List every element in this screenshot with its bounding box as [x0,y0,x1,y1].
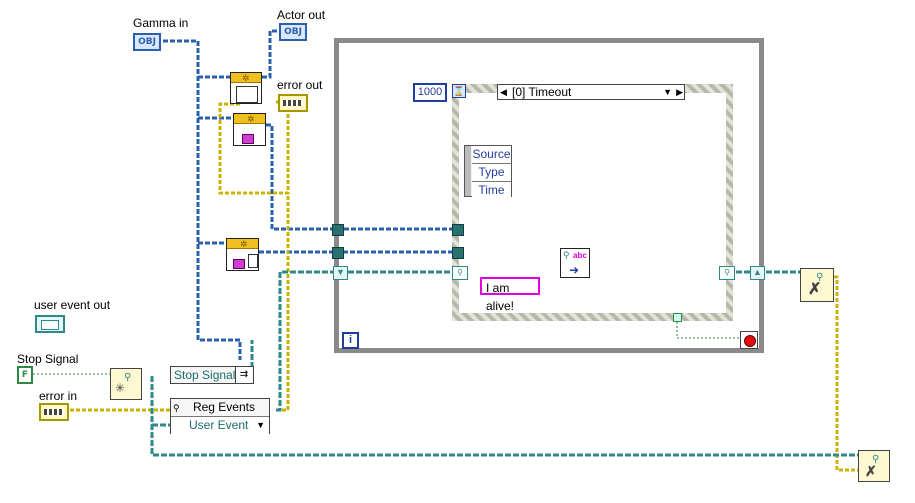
destroy-user-event-node[interactable]: ⚲ ✗ [858,450,890,482]
unregister-events-node[interactable]: ⚲ ✗ [800,268,834,302]
event-bell-icon: ⚲ [124,372,132,383]
wire-error-right [834,275,860,472]
loop-tunnel-lower[interactable] [332,247,344,259]
event-case-label: [0] Timeout [512,85,572,99]
wire-event-to-loop [276,270,334,412]
alive-string-constant[interactable]: I am alive! [480,277,540,313]
user-event-out-terminal[interactable] [35,315,65,333]
user-event-icon [41,320,59,330]
message-icon [242,134,254,144]
wire-gamma-in [163,39,242,360]
document-icon [248,254,258,268]
close-icon: ✗ [865,463,877,479]
event-data-time[interactable]: Time [472,182,511,199]
gear-icon: ✲ [247,114,255,124]
shift-register-left[interactable]: ▼ [333,266,348,280]
string-type-icon: abc [573,251,587,260]
user-event-out-label: user event out [34,298,111,312]
launch-nested-subvi[interactable]: ✲ [233,113,266,146]
stop-terminal[interactable] [740,331,758,349]
reg-events-item[interactable]: User Event ▼ [171,417,269,434]
reg-events-item-label: User Event [189,418,249,432]
actor-tree-icon [236,86,258,103]
reg-events-title: Reg Events [192,400,255,414]
wire-error-reg [282,193,290,412]
event-data-type[interactable]: Type [472,164,511,182]
gamma-in-terminal[interactable]: OBJ [133,33,161,51]
node-handle [465,146,471,196]
enqueue-message-subvi[interactable]: ✲ [226,238,259,271]
stop-signal-node-label: Stop Signal [174,368,236,382]
event-tunnel-lower[interactable] [452,247,464,259]
event-case-selector[interactable]: ◀ [0] Timeout ▼ ▶ [497,84,685,100]
register-events-node[interactable]: ⚲ Reg Events User Event ▼ [170,398,270,434]
stop-icon [744,335,756,347]
selector-right-arrow[interactable]: ▶ [676,87,683,98]
chevron-down-icon[interactable]: ▼ [256,417,265,434]
actor-out-label: Actor out [277,8,326,22]
error-cluster-icon [283,100,303,106]
event-data-source[interactable]: Source [472,146,511,164]
close-icon: ✗ [808,281,822,298]
error-out-label: error out [277,78,323,92]
event-bell-icon: ⚲ [173,403,180,413]
error-in-terminal[interactable] [39,403,69,421]
event-reg-terminal-left[interactable]: ⚲ [452,266,468,280]
launch-actor-subvi[interactable]: ✲ [230,72,262,104]
gear-icon: ✲ [240,239,248,249]
chevron-down-icon[interactable]: ▼ [663,87,672,97]
timeout-constant[interactable]: 1000 [413,83,447,102]
selector-left-arrow[interactable]: ◀ [500,87,507,98]
create-user-event-node[interactable]: ⚲ ✳ [110,368,142,400]
stop-signal-node[interactable]: Stop Signal ⇉ [170,366,254,384]
message-icon [233,259,245,269]
event-reg-terminal-right[interactable]: ⚲ [719,266,735,280]
stop-signal-terminal[interactable]: F [17,366,33,384]
stop-tunnel [673,313,682,322]
gear-icon: ✲ [242,73,250,83]
error-cluster-icon [44,409,64,415]
gamma-in-label: Gamma in [133,16,189,30]
arrow-right-icon: ⇉ [235,367,252,383]
shift-register-right[interactable]: ▲ [750,266,765,280]
stop-signal-label: Stop Signal [17,352,79,366]
iteration-terminal: i [342,332,359,349]
generate-user-event-node[interactable]: ⚲ abc ➜ [560,248,590,278]
error-out-terminal[interactable] [278,94,308,112]
loop-tunnel-upper[interactable] [332,224,344,236]
event-bell-icon: ⚲ [563,250,570,260]
event-data-node: Source Type Time [464,145,512,199]
timeout-terminal-icon: ⌛ [452,84,466,98]
actor-out-terminal[interactable]: OBJ [279,23,307,41]
wire-actor-out [262,29,280,79]
error-in-label: error in [39,389,78,403]
reg-events-header: ⚲ Reg Events [171,399,269,417]
sparkle-icon: ✳ [115,381,126,395]
arrow-right-icon: ➜ [569,263,580,277]
event-tunnel-upper[interactable] [452,224,464,236]
